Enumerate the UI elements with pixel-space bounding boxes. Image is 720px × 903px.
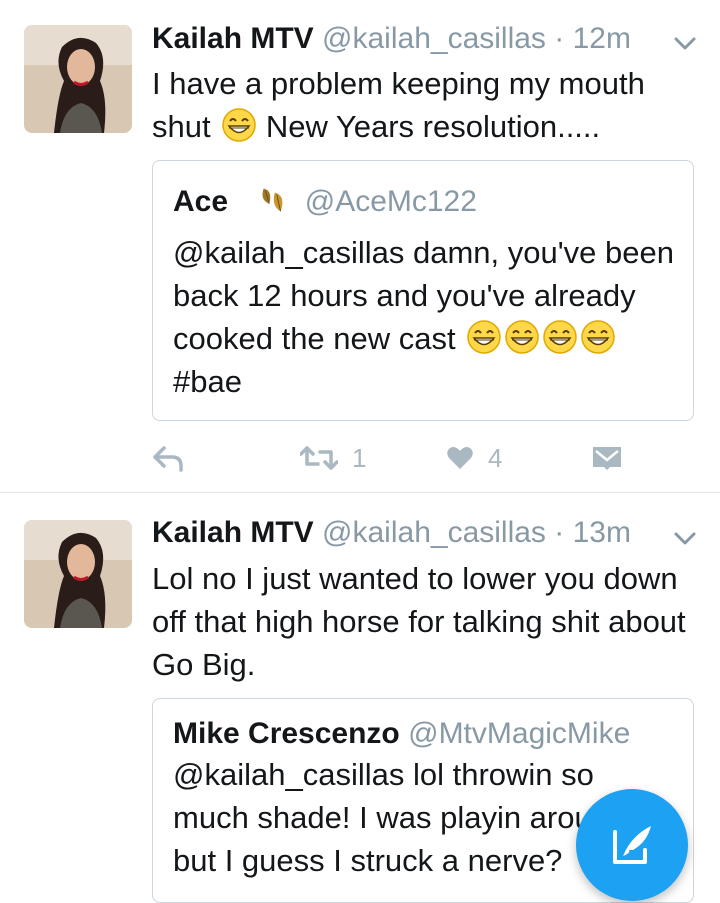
compose-icon — [613, 826, 651, 864]
reply-button[interactable] — [152, 438, 184, 478]
tweet-actions: 1 4 — [152, 438, 672, 478]
author-handle[interactable]: @kailah_casillas — [322, 22, 546, 55]
chevron-down-icon[interactable] — [672, 525, 698, 551]
quoted-author-handle: @MtvMagicMike — [408, 717, 631, 750]
direct-message-button[interactable] — [592, 438, 622, 478]
compose-tweet-button[interactable] — [576, 789, 688, 901]
avatar[interactable] — [24, 520, 132, 628]
chevron-down-icon[interactable] — [672, 30, 698, 56]
like-button[interactable]: 4 — [446, 438, 502, 478]
quoted-text: @kailah_casillas damn, you've been back … — [173, 231, 683, 403]
leaves-icon — [262, 188, 283, 212]
grin-emoji-icon — [581, 320, 615, 354]
grin-emoji-icon — [543, 320, 577, 354]
timestamp[interactable]: · 12m — [554, 22, 631, 55]
author-name[interactable]: Kailah MTV — [152, 516, 314, 549]
author-handle[interactable]: @kailah_casillas — [322, 516, 546, 549]
hashtag[interactable]: #bae — [173, 364, 242, 399]
author-name[interactable]: Kailah MTV — [152, 22, 314, 55]
tweet-text-suffix: New Years resolution..... — [257, 109, 601, 144]
grin-emoji-icon — [505, 320, 539, 354]
quoted-header: Ace @AceMc122 — [173, 183, 477, 220]
quoted-author-name: Mike Crescenzo — [173, 717, 400, 750]
tweet-header: Kailah MTV @kailah_casillas · 13m — [152, 515, 660, 551]
heart-icon — [447, 447, 473, 469]
like-count: 4 — [488, 442, 503, 473]
tweet-text: I have a problem keeping my mouth shut N… — [152, 62, 702, 148]
quoted-author-handle: @AceMc122 — [304, 185, 477, 218]
reply-icon — [153, 446, 183, 472]
grin-emoji-icon — [467, 320, 501, 354]
timestamp[interactable]: · 13m — [554, 516, 631, 549]
direct-message-icon — [593, 447, 621, 470]
avatar[interactable] — [24, 25, 132, 133]
quoted-header: Mike Crescenzo @MtvMagicMike — [173, 716, 630, 752]
quoted-tweet[interactable]: Ace @AceMc122 @kailah_casillas damn, you… — [152, 160, 694, 421]
grin-emoji-icon — [222, 108, 256, 142]
avatar-image — [24, 25, 132, 133]
quoted-author-name: Ace — [173, 185, 229, 218]
avatar-image — [24, 520, 132, 628]
tweet-header: Kailah MTV @kailah_casillas · 12m — [152, 21, 660, 57]
retweet-button[interactable]: 1 — [300, 438, 366, 478]
tweet-text: Lol no I just wanted to lower you down o… — [152, 561, 686, 682]
emoji-group — [464, 320, 616, 356]
retweet-count: 1 — [352, 442, 367, 473]
tweet-1[interactable]: Kailah MTV @kailah_casillas · 12m I have… — [0, 0, 720, 492]
retweet-icon — [300, 446, 338, 470]
